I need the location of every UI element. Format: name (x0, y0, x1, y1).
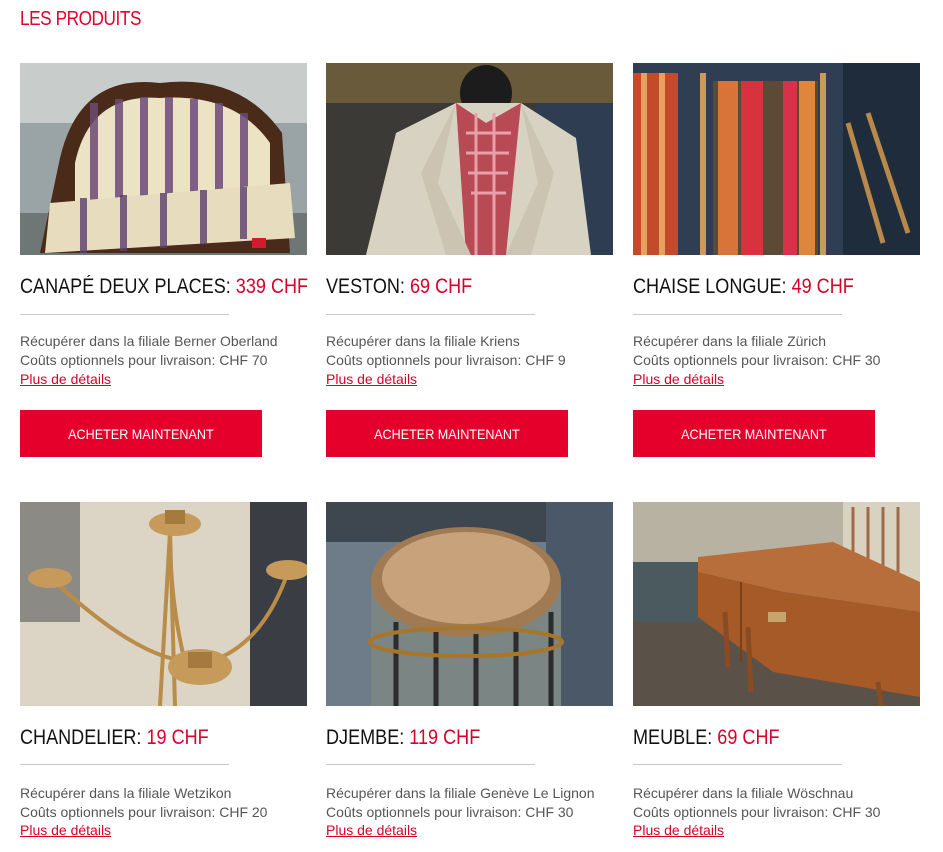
product-title: MEUBLE: 69 CHF (633, 726, 780, 749)
pickup-info: Récupérer dans la filiale Kriens (326, 333, 520, 349)
details-link[interactable]: Plus de détails (326, 371, 417, 387)
details-link[interactable]: Plus de détails (633, 371, 724, 387)
divider (20, 764, 229, 765)
product-title: CHANDELIER: 19 CHF (20, 726, 209, 749)
product-card-jacket: VESTON: 69 CHF Récupérer dans la filiale… (326, 63, 613, 463)
deckchair-photo[interactable] (633, 63, 920, 255)
djembe-photo[interactable] (326, 502, 613, 706)
delivery-info: Coûts optionnels pour livraison: CHF 30 (633, 352, 881, 368)
price: 339 CHF (235, 275, 309, 298)
divider (633, 314, 842, 315)
jacket-photo[interactable] (326, 63, 613, 255)
product-title: VESTON: 69 CHF (326, 275, 473, 298)
divider (633, 764, 842, 765)
price: 119 CHF (409, 726, 481, 749)
divider (20, 314, 229, 315)
pickup-info: Récupérer dans la filiale Berner Oberlan… (20, 333, 278, 349)
buy-now-button[interactable]: ACHETER MAINTENANT (20, 410, 262, 457)
price: 69 CHF (717, 726, 780, 749)
buy-now-button[interactable]: ACHETER MAINTENANT (633, 410, 875, 457)
pickup-info: Récupérer dans la filiale Wetzikon (20, 785, 232, 801)
delivery-info: Coûts optionnels pour livraison: CHF 20 (20, 804, 268, 820)
details-link[interactable]: Plus de détails (20, 371, 111, 387)
section-title: LES PRODUITS (20, 8, 142, 30)
divider (326, 314, 535, 315)
pickup-info: Récupérer dans la filiale Zürich (633, 333, 826, 349)
product-card-chandelier: CHANDELIER: 19 CHF Récupérer dans la fil… (20, 502, 307, 852)
details-link[interactable]: Plus de détails (633, 822, 724, 838)
product-title: CHAISE LONGUE: 49 CHF (633, 275, 854, 298)
buy-now-button[interactable]: ACHETER MAINTENANT (326, 410, 568, 457)
product-card-deckchair: CHAISE LONGUE: 49 CHF Récupérer dans la … (633, 63, 920, 463)
delivery-info: Coûts optionnels pour livraison: CHF 30 (633, 804, 881, 820)
delivery-info: Coûts optionnels pour livraison: CHF 9 (326, 352, 566, 368)
product-title: CANAPÉ DEUX PLACES: 339 CHF (20, 275, 309, 298)
pickup-info: Récupérer dans la filiale Wöschnau (633, 785, 854, 801)
pickup-info: Récupérer dans la filiale Genève Le Lign… (326, 785, 595, 801)
product-title: DJEMBE: 119 CHF (326, 726, 481, 749)
delivery-info: Coûts optionnels pour livraison: CHF 30 (326, 804, 574, 820)
chandelier-photo[interactable] (20, 502, 307, 706)
price: 19 CHF (146, 726, 209, 749)
product-card-sofa: CANAPÉ DEUX PLACES: 339 CHF Récupérer da… (20, 63, 309, 463)
delivery-info: Coûts optionnels pour livraison: CHF 70 (20, 352, 268, 368)
product-card-sideboard: MEUBLE: 69 CHF Récupérer dans la filiale… (633, 502, 920, 852)
price: 69 CHF (409, 275, 473, 298)
sofa-photo[interactable] (20, 63, 307, 255)
sideboard-photo[interactable] (633, 502, 920, 706)
details-link[interactable]: Plus de détails (20, 822, 111, 838)
price: 49 CHF (791, 275, 854, 298)
details-link[interactable]: Plus de détails (326, 822, 417, 838)
product-card-djembe: DJEMBE: 119 CHF Récupérer dans la filial… (326, 502, 613, 852)
divider (326, 764, 535, 765)
